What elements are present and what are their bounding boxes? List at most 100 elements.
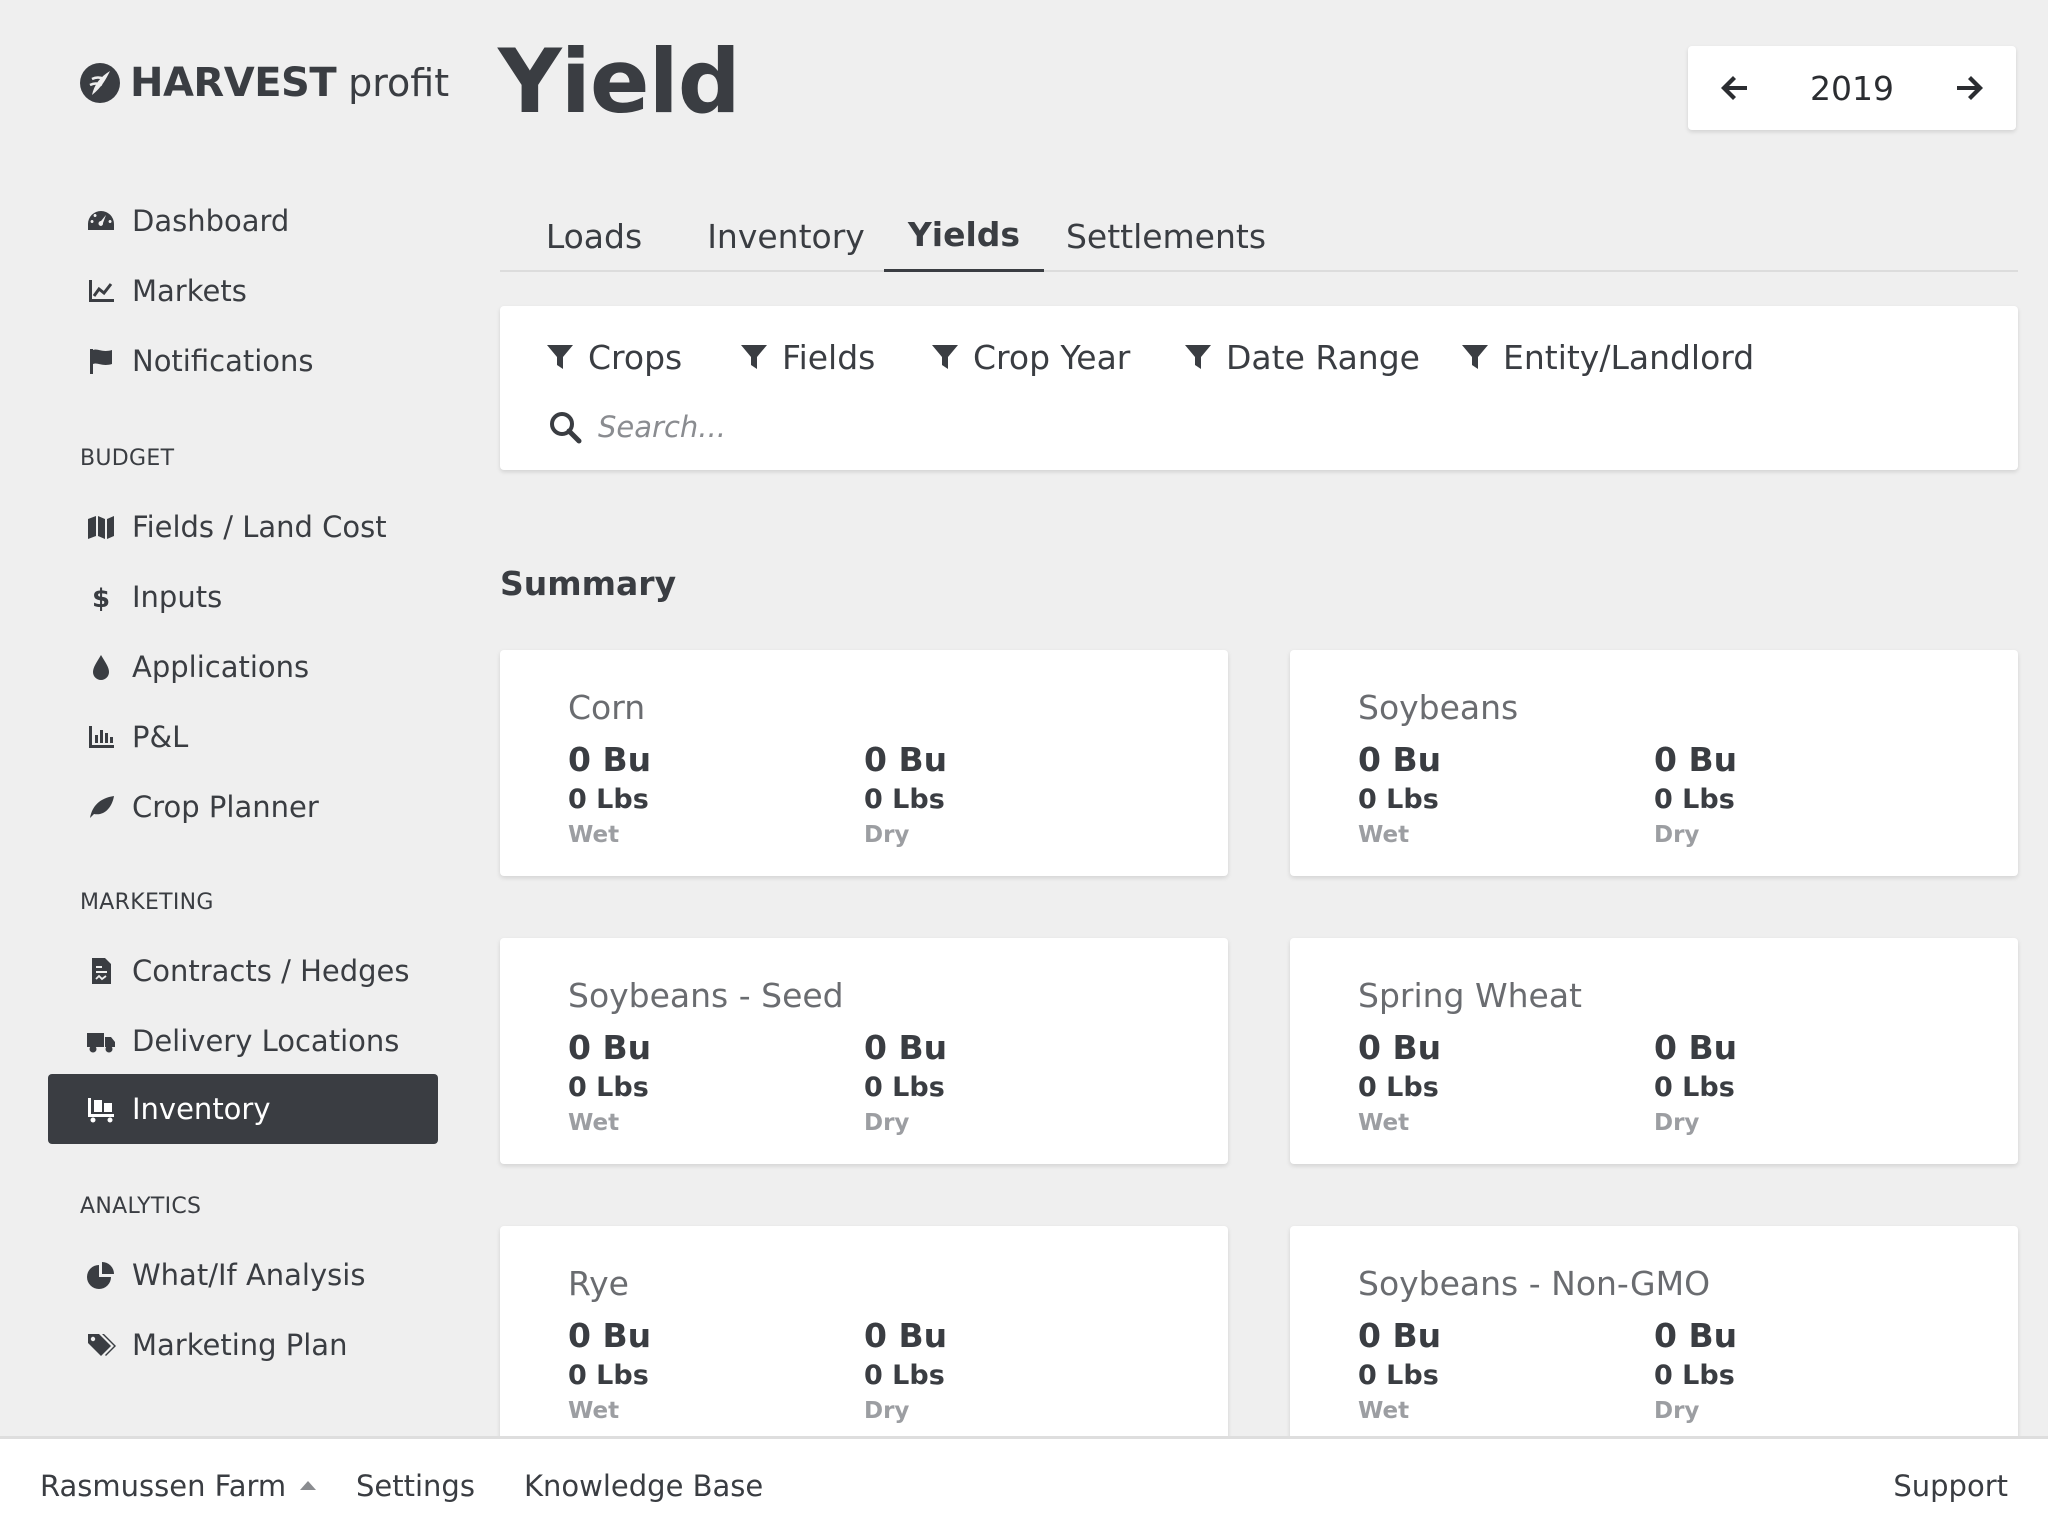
- search-input[interactable]: [598, 410, 1298, 444]
- selected-year: 2019: [1810, 68, 1894, 108]
- sidebar-item-label: Crop Planner: [132, 790, 319, 824]
- sidebar-item-label: Fields / Land Cost: [132, 510, 387, 544]
- sidebar-item-crop-planner[interactable]: Crop Planner: [48, 772, 438, 842]
- sidebar-item-label: Contracts / Hedges: [132, 954, 410, 988]
- wet-pounds: 0 Lbs: [1358, 1072, 1439, 1103]
- dry-bushels: 0 Bu: [1654, 1316, 1738, 1355]
- sidebar-item-what-if-analysis[interactable]: What/If Analysis: [48, 1240, 438, 1310]
- sidebar-item-delivery-locations[interactable]: Delivery Locations: [48, 1006, 438, 1076]
- wet-yield: 0 Bu 0 Lbs Wet: [1358, 1316, 1441, 1424]
- tab-yields[interactable]: Yields: [884, 200, 1044, 272]
- dry-yield: 0 Bu 0 Lbs Dry: [1654, 740, 1737, 848]
- dry-label: Dry: [864, 1398, 910, 1424]
- filter-entity-landlord[interactable]: Entity/Landlord: [1461, 332, 1754, 382]
- dry-label: Dry: [1654, 1110, 1700, 1136]
- sidebar-section-budget: BUDGET: [80, 446, 175, 471]
- dry-bushels: 0 Bu: [864, 1316, 948, 1355]
- dry-label: Dry: [1654, 1398, 1700, 1424]
- crop-name: Soybeans: [1358, 688, 1519, 727]
- tab-settlements[interactable]: Settlements: [1044, 200, 1288, 272]
- support-link[interactable]: Support: [1893, 1469, 2008, 1503]
- yield-card-spring-wheat: Spring Wheat 0 Bu 0 Lbs Wet 0 Bu 0 Lbs D…: [1290, 938, 2018, 1164]
- sidebar-item-applications[interactable]: Applications: [48, 632, 438, 702]
- filter-fields[interactable]: Fields: [740, 332, 875, 382]
- wet-bushels: 0 Bu: [1358, 740, 1442, 779]
- filter-panel: Crops Fields Crop Year Date Range Entity…: [500, 306, 2018, 470]
- dry-yield: 0 Bu 0 Lbs Dry: [864, 1028, 947, 1136]
- filter-crop-year[interactable]: Crop Year: [931, 332, 1130, 382]
- wet-bushels: 0 Bu: [1358, 1028, 1442, 1067]
- wet-label: Wet: [568, 1398, 620, 1424]
- dry-yield: 0 Bu 0 Lbs Dry: [1654, 1028, 1737, 1136]
- yield-card-soybeans-seed: Soybeans - Seed 0 Bu 0 Lbs Wet 0 Bu 0 Lb…: [500, 938, 1228, 1164]
- harvest-leaf-icon: [80, 63, 120, 103]
- dry-bushels: 0 Bu: [1654, 1028, 1738, 1067]
- farm-name: Rasmussen Farm: [40, 1469, 287, 1503]
- tags-icon: [84, 1328, 118, 1362]
- filter-icon: [1462, 345, 1488, 369]
- svg-text:$: $: [92, 584, 110, 612]
- settings-link[interactable]: Settings: [356, 1469, 475, 1503]
- wet-pounds: 0 Lbs: [568, 784, 649, 815]
- dry-yield: 0 Bu 0 Lbs Dry: [1654, 1316, 1737, 1424]
- filter-crops[interactable]: Crops: [546, 332, 682, 382]
- dry-pounds: 0 Lbs: [1654, 1360, 1735, 1391]
- sidebar-item-label: Notifications: [132, 344, 314, 378]
- next-year-button[interactable]: [1948, 66, 1992, 110]
- wet-bushels: 0 Bu: [568, 740, 652, 779]
- yield-card-rye: Rye 0 Bu 0 Lbs Wet 0 Bu 0 Lbs Dry: [500, 1226, 1228, 1452]
- dry-label: Dry: [864, 1110, 910, 1136]
- sidebar-item-notifications[interactable]: Notifications: [48, 326, 438, 396]
- sidebar-item-p-and-l[interactable]: P&L: [48, 702, 438, 772]
- wet-yield: 0 Bu 0 Lbs Wet: [1358, 1028, 1441, 1136]
- sidebar-item-dashboard[interactable]: Dashboard: [48, 186, 438, 256]
- caret-up-icon: [300, 1480, 317, 1490]
- sidebar-item-markets[interactable]: Markets: [48, 256, 438, 326]
- wet-yield: 0 Bu 0 Lbs Wet: [1358, 740, 1441, 848]
- brand-name-bold: HARVEST: [130, 60, 337, 106]
- leaf-icon: [84, 790, 118, 824]
- sidebar-item-inputs[interactable]: $ Inputs: [48, 562, 438, 632]
- sidebar-item-marketing-plan[interactable]: Marketing Plan: [48, 1310, 438, 1380]
- sidebar-item-contracts-hedges[interactable]: Contracts / Hedges: [48, 936, 438, 1006]
- filter-icon: [1185, 345, 1211, 369]
- footer-bar: Rasmussen Farm Settings Knowledge Base S…: [0, 1436, 2048, 1538]
- crop-name: Spring Wheat: [1358, 976, 1582, 1015]
- tab-inventory[interactable]: Inventory: [688, 200, 884, 272]
- wet-pounds: 0 Lbs: [1358, 784, 1439, 815]
- dry-label: Dry: [864, 822, 910, 848]
- dry-pounds: 0 Lbs: [864, 1360, 945, 1391]
- sidebar-item-inventory[interactable]: Inventory: [48, 1074, 438, 1144]
- arrow-right-icon: [1956, 76, 1983, 100]
- knowledge-base-link[interactable]: Knowledge Base: [524, 1469, 763, 1503]
- filter-label: Fields: [782, 337, 876, 377]
- filter-date-range[interactable]: Date Range: [1184, 332, 1420, 382]
- dry-pounds: 0 Lbs: [1654, 1072, 1735, 1103]
- tab-loads[interactable]: Loads: [500, 200, 688, 272]
- previous-year-button[interactable]: [1712, 66, 1756, 110]
- tab-bar: Loads Inventory Yields Settlements: [500, 200, 2018, 272]
- dashboard-gauge-icon: [84, 204, 118, 238]
- page-title: Yield: [498, 30, 741, 133]
- pie-chart-icon: [84, 1258, 118, 1292]
- wet-bushels: 0 Bu: [568, 1028, 652, 1067]
- sidebar-item-fields-land-cost[interactable]: Fields / Land Cost: [48, 492, 438, 562]
- wet-yield: 0 Bu 0 Lbs Wet: [568, 1316, 651, 1424]
- farm-switcher[interactable]: Rasmussen Farm: [40, 1469, 317, 1503]
- dry-pounds: 0 Lbs: [864, 1072, 945, 1103]
- sidebar-item-label: Delivery Locations: [132, 1024, 400, 1058]
- sidebar-item-label: Dashboard: [132, 204, 290, 238]
- wet-label: Wet: [1358, 1110, 1410, 1136]
- harvest-profit-logo[interactable]: HARVEST profit: [78, 60, 449, 106]
- wet-bushels: 0 Bu: [1358, 1316, 1442, 1355]
- wet-label: Wet: [568, 822, 620, 848]
- year-picker: 2019: [1688, 46, 2016, 130]
- filter-label: Crops: [588, 337, 683, 377]
- yield-card-corn: Corn 0 Bu 0 Lbs Wet 0 Bu 0 Lbs Dry: [500, 650, 1228, 876]
- wet-pounds: 0 Lbs: [568, 1072, 649, 1103]
- filter-label: Date Range: [1226, 337, 1420, 377]
- line-chart-icon: [84, 274, 118, 308]
- wet-label: Wet: [1358, 1398, 1410, 1424]
- crop-name: Soybeans - Seed: [568, 976, 844, 1015]
- dry-yield: 0 Bu 0 Lbs Dry: [864, 1316, 947, 1424]
